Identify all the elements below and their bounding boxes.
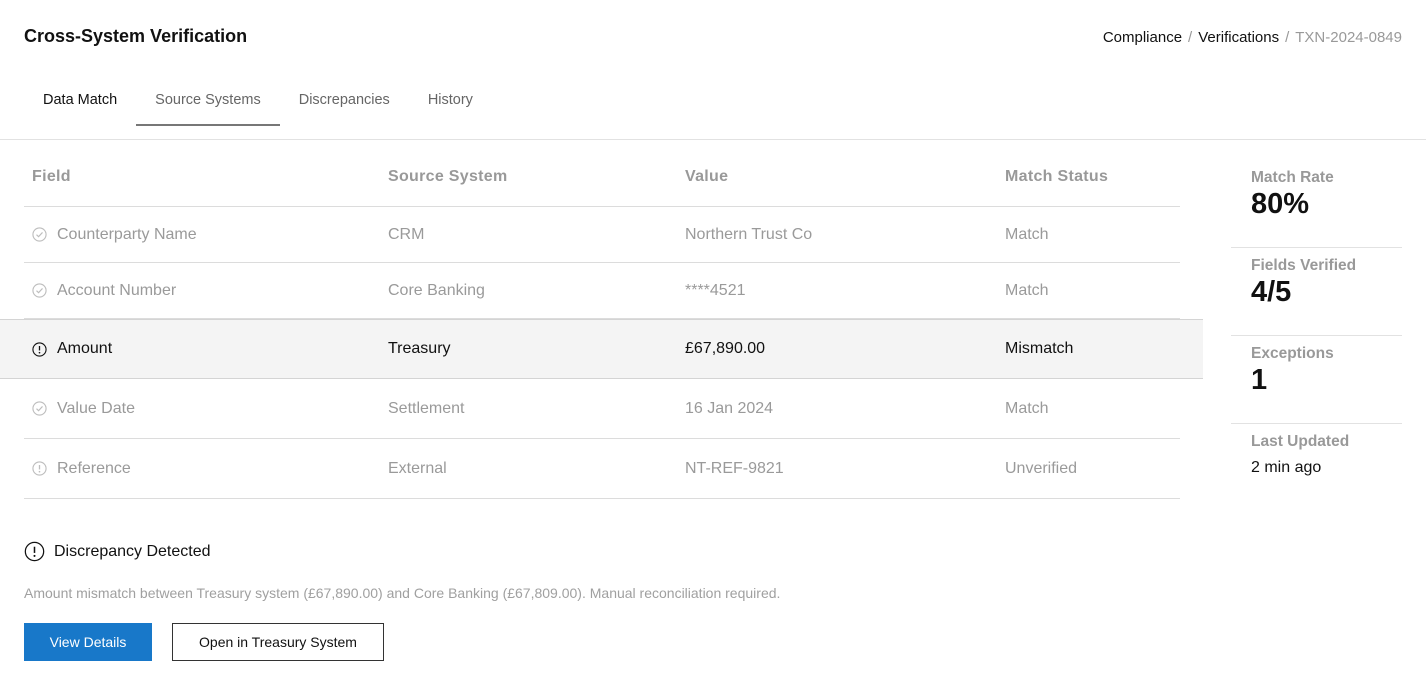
alert-message: Amount mismatch between Treasury system … bbox=[24, 585, 781, 601]
stat-value: 4/5 bbox=[1251, 276, 1292, 308]
source-system-cell: CRM bbox=[388, 225, 425, 243]
view-details-button[interactable]: View Details bbox=[24, 623, 152, 661]
field-name: Value Date bbox=[57, 399, 135, 417]
stat-value: 1 bbox=[1251, 364, 1268, 396]
stat-exceptions: Exceptions 1 bbox=[1231, 336, 1402, 424]
stat-last-updated: Last Updated 2 min ago bbox=[1231, 424, 1402, 512]
table-row[interactable]: Counterparty Name CRM Northern Trust Co … bbox=[24, 207, 1180, 263]
column-header-source-system: Source System bbox=[388, 168, 508, 185]
match-status-cell: Match bbox=[1005, 281, 1049, 299]
tab-history[interactable]: History bbox=[409, 80, 492, 126]
tab-data-match[interactable]: Data Match bbox=[24, 80, 136, 126]
table-header: Field Source System Value Match Status bbox=[24, 140, 1180, 207]
value-cell: NT-REF-9821 bbox=[685, 459, 784, 477]
source-system-cell: Settlement bbox=[388, 399, 465, 417]
source-system-cell: Treasury bbox=[388, 340, 451, 357]
field-name: Counterparty Name bbox=[57, 225, 197, 243]
verification-table: Field Source System Value Match Status C… bbox=[0, 140, 1203, 499]
check-circle-icon bbox=[32, 401, 47, 416]
field-cell: Counterparty Name bbox=[32, 226, 197, 244]
field-cell: Value Date bbox=[32, 400, 135, 418]
field-name: Amount bbox=[57, 340, 113, 357]
breadcrumb-verifications[interactable]: Verifications bbox=[1198, 29, 1279, 46]
source-system-cell: External bbox=[388, 459, 447, 477]
value-cell: £67,890.00 bbox=[685, 340, 766, 357]
value-cell: Northern Trust Co bbox=[685, 225, 813, 243]
table-row[interactable]: Reference External NT-REF-9821 Unverifie… bbox=[24, 439, 1180, 499]
match-status-cell: Match bbox=[1005, 225, 1049, 243]
check-circle-icon bbox=[32, 283, 47, 298]
column-header-match-status: Match Status bbox=[1005, 168, 1109, 185]
value-cell: ****4521 bbox=[685, 281, 746, 299]
tab-bar: Data Match Source Systems Discrepancies … bbox=[24, 80, 492, 126]
stat-label: Exceptions bbox=[1251, 345, 1334, 362]
field-name: Account Number bbox=[57, 281, 177, 299]
open-treasury-button[interactable]: Open in Treasury System bbox=[172, 623, 384, 661]
breadcrumb-current: TXN-2024-0849 bbox=[1295, 29, 1402, 46]
stat-label: Fields Verified bbox=[1251, 257, 1357, 274]
match-status-cell: Match bbox=[1005, 399, 1049, 417]
discrepancy-alert: Discrepancy Detected bbox=[24, 541, 211, 562]
column-header-value: Value bbox=[685, 168, 729, 185]
page-header: Cross-System Verification Compliance / V… bbox=[0, 0, 1426, 140]
check-circle-icon bbox=[32, 227, 47, 242]
stat-fields-verified: Fields Verified 4/5 bbox=[1231, 248, 1402, 336]
tab-source-systems[interactable]: Source Systems bbox=[136, 80, 280, 126]
stat-value: 80% bbox=[1251, 188, 1310, 220]
stat-value: 2 min ago bbox=[1251, 459, 1322, 476]
field-cell: Reference bbox=[32, 460, 131, 478]
field-name: Reference bbox=[57, 459, 131, 477]
table-row[interactable]: Account Number Core Banking ****4521 Mat… bbox=[24, 263, 1180, 319]
stat-label: Match Rate bbox=[1251, 169, 1334, 186]
alert-title: Discrepancy Detected bbox=[54, 542, 211, 560]
breadcrumb: Compliance / Verifications / TXN-2024-08… bbox=[1103, 29, 1402, 46]
stat-match-rate: Match Rate 80% bbox=[1231, 160, 1402, 248]
page-title: Cross-System Verification bbox=[24, 26, 248, 46]
alert-circle-icon bbox=[32, 341, 47, 357]
alert-circle-icon bbox=[24, 541, 45, 562]
column-header-field: Field bbox=[32, 168, 71, 185]
tab-discrepancies[interactable]: Discrepancies bbox=[280, 80, 409, 126]
match-status-cell: Unverified bbox=[1005, 459, 1078, 477]
table-row[interactable]: Value Date Settlement 16 Jan 2024 Match bbox=[24, 379, 1180, 439]
table-row-highlighted[interactable]: Amount Treasury £67,890.00 Mismatch bbox=[0, 319, 1203, 379]
breadcrumb-separator: / bbox=[1188, 29, 1193, 46]
breadcrumb-compliance[interactable]: Compliance bbox=[1103, 29, 1182, 46]
field-cell: Amount bbox=[32, 340, 112, 358]
field-cell: Account Number bbox=[32, 282, 176, 300]
stat-label: Last Updated bbox=[1251, 433, 1350, 450]
match-status-cell: Mismatch bbox=[1005, 340, 1074, 357]
breadcrumb-separator: / bbox=[1285, 29, 1290, 46]
source-system-cell: Core Banking bbox=[388, 281, 485, 299]
alert-circle-icon bbox=[32, 461, 47, 476]
value-cell: 16 Jan 2024 bbox=[685, 399, 774, 417]
stats-panel: Match Rate 80% Fields Verified 4/5 Excep… bbox=[1231, 160, 1402, 512]
